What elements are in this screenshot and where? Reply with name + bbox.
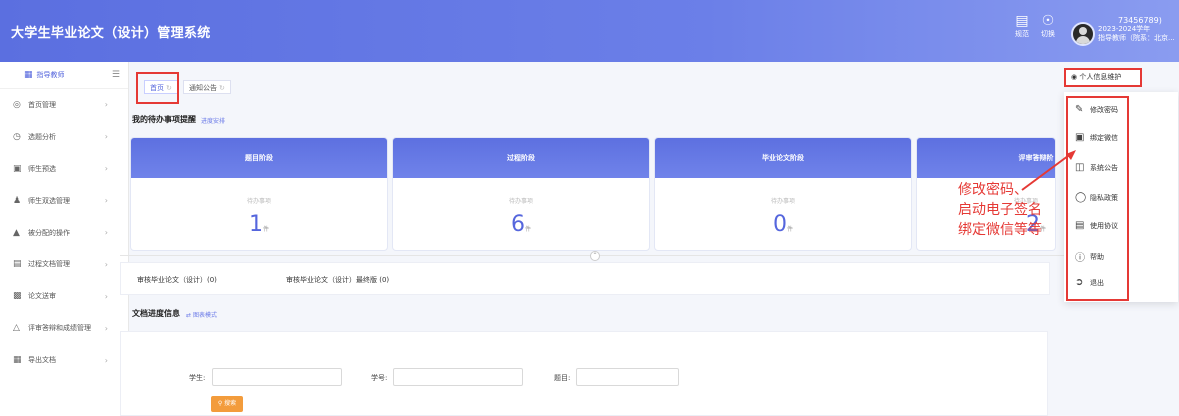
sidebar-item-label: 评审答辩和成绩管理 <box>28 324 91 333</box>
review-thesis-link[interactable]: 审核毕业论文（设计）(0) <box>137 275 217 285</box>
analysis-icon: ◷ <box>13 131 21 142</box>
sidebar-item-export[interactable]: ▦ 导出文档 › <box>0 344 128 376</box>
card-title: 题目阶段 <box>131 138 387 178</box>
sidebar-item-label: 首页管理 <box>28 100 56 109</box>
role-label: 指导教师 <box>36 71 65 79</box>
user-role: 指导教师（院系：北京... <box>1098 34 1175 42</box>
card-process-stage[interactable]: 过程阶段 待办事项 6件 <box>392 137 650 251</box>
switch-label: 切换 <box>1041 30 1055 38</box>
user-info[interactable]: 73456789) 2023-2024学年 指导教师（院系：北京... <box>1098 16 1178 43</box>
sidebar-role: ▦ 指导教师 ☰ <box>0 62 128 89</box>
sidebar-item-process-doc[interactable]: ▤ 过程文档管理 › <box>0 248 128 280</box>
card-sub: 待办事项 <box>770 198 795 205</box>
switch-button[interactable]: ☉ 切换 <box>1036 13 1060 39</box>
highlight-box <box>1066 96 1129 301</box>
chevron-right-icon: › <box>104 100 108 110</box>
card-sub: 待办事项 <box>246 198 271 205</box>
card-count: 6件 <box>510 212 531 237</box>
sidebar-item-assigned[interactable]: ▲ 被分配的操作 › <box>0 217 128 249</box>
tab-notice[interactable]: 通知公告 ↻ <box>183 80 231 94</box>
card-count: 0件 <box>772 212 793 237</box>
student-label: 学生: <box>189 374 206 382</box>
sidebar-item-label: 被分配的操作 <box>28 228 70 237</box>
card-title: 过程阶段 <box>393 138 649 178</box>
top-bar: 大学生毕业论文（设计）管理系统 ▤ 规范 ☉ 切换 73456789) 2023… <box>0 0 1179 62</box>
card-count: 1件 <box>248 212 269 237</box>
profile-menu-item[interactable]: ◉ 个人信息维护 <box>1064 68 1142 87</box>
defense-icon: △ <box>13 323 20 334</box>
todo-title: 我的待办事项提醒 <box>132 115 196 124</box>
sidebar-item-home[interactable]: ◎ 首页管理 › <box>0 89 128 121</box>
review-icon: ▩ <box>13 291 22 302</box>
schedule-link[interactable]: 进度安排 <box>201 116 225 125</box>
topic-input[interactable] <box>576 368 679 386</box>
sidebar-item-review[interactable]: ▩ 论文送审 › <box>0 280 128 312</box>
topic-label: 题目: <box>554 374 571 382</box>
chevron-right-icon: › <box>104 291 108 301</box>
switch-icon: ⇄ <box>186 312 193 319</box>
sidebar-item-label: 论文送审 <box>28 292 56 301</box>
sidebar-item-mutual-select[interactable]: ♟ 师生双选管理 › <box>0 185 128 217</box>
export-icon: ▦ <box>13 355 22 366</box>
card-topic-stage[interactable]: 题目阶段 待办事项 1件 <box>130 137 388 251</box>
annotation-arrow <box>1021 150 1076 191</box>
chart-mode-link[interactable]: ⇄ 图表模式 <box>186 310 217 319</box>
chevron-right-icon: › <box>104 164 108 174</box>
sidebar-item-defense[interactable]: △ 评审答辩和成绩管理 › <box>0 312 128 344</box>
card-sub: 待办事项 <box>508 198 533 205</box>
tab-notice-label: 通知公告 <box>189 84 217 92</box>
sidebar-item-label: 导出文档 <box>28 356 56 365</box>
divider <box>120 255 1120 256</box>
student-no-label: 学号: <box>371 374 388 382</box>
user-switch-icon: ☉ <box>1041 13 1055 29</box>
preselect-icon: ▣ <box>13 163 22 174</box>
sidebar-item-label: 选题分析 <box>28 132 56 141</box>
student-input[interactable] <box>212 368 342 386</box>
document-icon: ▤ <box>1015 13 1029 29</box>
highlight-box <box>136 72 179 104</box>
card-title: 毕业论文阶段 <box>655 138 911 178</box>
student-no-input[interactable] <box>393 368 523 386</box>
teacher-icon: ▦ <box>24 70 33 80</box>
sidebar-item-label: 师生双选管理 <box>28 196 70 205</box>
chevron-right-icon: › <box>104 355 108 365</box>
refresh-icon[interactable]: ↻ <box>219 84 225 92</box>
avatar[interactable] <box>1071 22 1095 46</box>
review-row: 审核毕业论文（设计）(0) 审核毕业论文（设计）最终版 (0) <box>120 262 1050 295</box>
mutual-select-icon: ♟ <box>13 195 22 206</box>
chevron-right-icon: › <box>104 196 108 206</box>
user-year: 2023-2024学年 <box>1098 25 1151 33</box>
progress-title: 文档进度信息 <box>132 309 180 318</box>
sidebar-toggle-icon[interactable]: ☰ <box>112 70 120 80</box>
user-name: 73456789) <box>1118 16 1162 25</box>
search-button[interactable]: ⚲ 搜索 <box>211 396 243 412</box>
chevron-right-icon: › <box>104 132 108 142</box>
sidebar: ▦ 指导教师 ☰ ◎ 首页管理 › ◷ 选题分析 › ▣ 师生预选 › ♟ 师生双选管理 › ▲… <box>0 62 129 416</box>
collapse-icon[interactable]: ⌃ <box>590 251 600 261</box>
norm-button[interactable]: ▤ 规范 <box>1010 13 1034 39</box>
norm-label: 规范 <box>1015 30 1029 38</box>
sidebar-item-label: 师生预选 <box>28 164 56 173</box>
review-final-link[interactable]: 审核毕业论文（设计）最终版 (0) <box>286 275 389 285</box>
chevron-right-icon: › <box>104 228 108 237</box>
process-doc-icon: ▤ <box>13 259 22 270</box>
home-icon: ◎ <box>13 99 21 110</box>
sidebar-item-label: 过程文档管理 <box>28 260 70 269</box>
chevron-right-icon: › <box>104 259 108 269</box>
app-title: 大学生毕业论文（设计）管理系统 <box>11 26 211 41</box>
chevron-right-icon: › <box>104 323 108 333</box>
card-thesis-stage[interactable]: 毕业论文阶段 待办事项 0件 <box>654 137 912 251</box>
sidebar-item-preselect[interactable]: ▣ 师生预选 › <box>0 153 128 185</box>
assign-icon: ▲ <box>13 227 20 238</box>
sidebar-item-analysis[interactable]: ◷ 选题分析 › <box>0 121 128 153</box>
